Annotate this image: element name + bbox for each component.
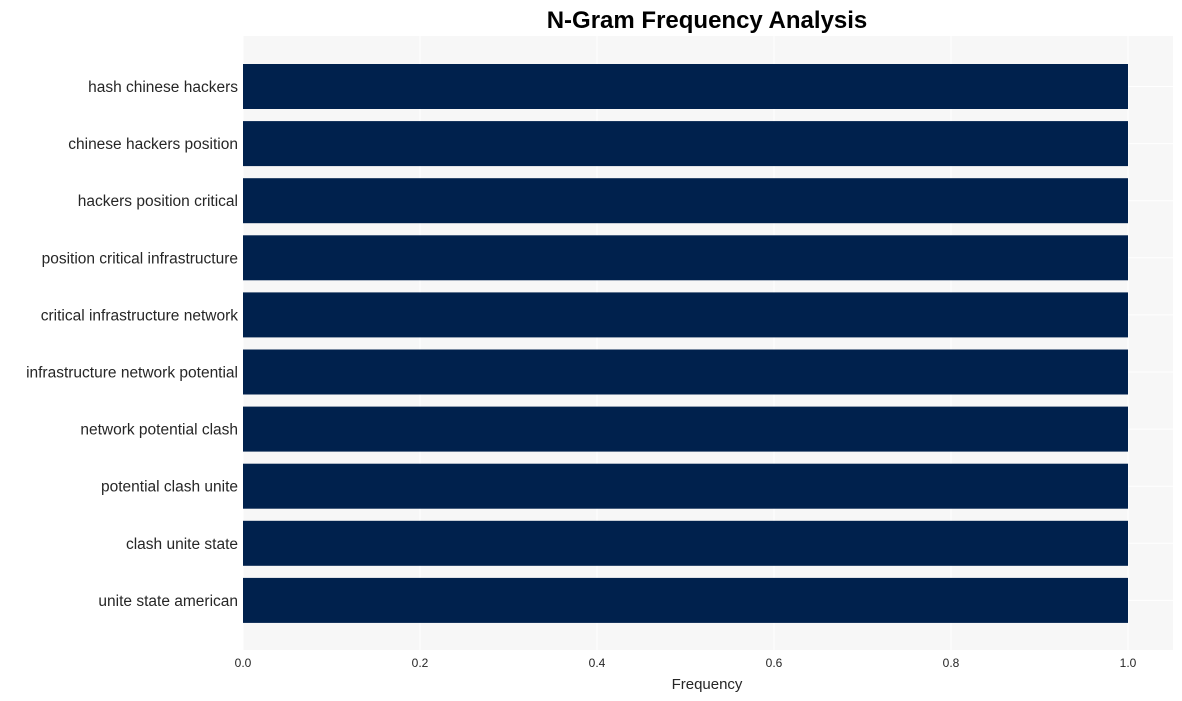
bar [243, 292, 1128, 338]
bar [243, 64, 1128, 109]
y-tick-labels: hash chinese hackers chinese hackers posi… [26, 79, 238, 610]
y-tick-label: potential clash unite [101, 479, 238, 496]
bar [243, 406, 1128, 452]
y-tick-label: critical infrastructure network [41, 307, 239, 324]
bar [243, 178, 1128, 224]
bar [243, 577, 1128, 623]
chart-title: N-Gram Frequency Analysis [547, 7, 868, 34]
y-tick-label: clash unite state [126, 536, 238, 553]
x-axis-label: Frequency [672, 676, 743, 693]
y-tick-label: hackers position critical [78, 193, 238, 210]
bar [243, 349, 1128, 395]
y-tick-label: hash chinese hackers [88, 79, 238, 96]
x-tick-label: 0.4 [589, 656, 606, 670]
y-tick-label: chinese hackers position [68, 136, 238, 153]
bar [243, 235, 1128, 281]
x-tick-label: 1.0 [1120, 656, 1137, 670]
x-tick-label: 0.0 [235, 656, 252, 670]
y-tick-label: position critical infrastructure [42, 250, 238, 267]
y-tick-label: infrastructure network potential [26, 365, 238, 382]
bar [243, 121, 1128, 167]
y-tick-label: network potential clash [80, 422, 238, 439]
x-tick-label: 0.2 [412, 656, 429, 670]
x-tick-label: 0.8 [943, 656, 960, 670]
y-tick-label: unite state american [98, 593, 238, 610]
bar [243, 463, 1128, 509]
x-tick-label: 0.6 [766, 656, 783, 670]
bar [243, 520, 1128, 566]
ngram-bar-chart: hash chinese hackers chinese hackers posi… [26, 7, 1173, 693]
x-tick-labels: 0.0 0.2 0.4 0.6 0.8 1.0 [235, 656, 1137, 670]
